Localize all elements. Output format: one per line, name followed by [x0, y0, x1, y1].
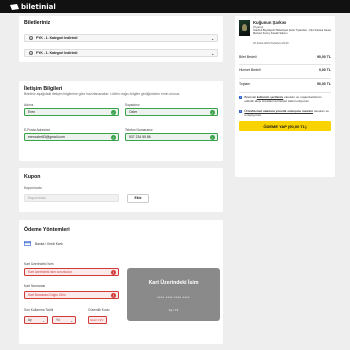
ticket-category-label: FYK - 1. Kategori Indirimli: [36, 36, 78, 40]
pay-button[interactable]: ÖDEME YAP (90,00 TL): [239, 121, 331, 131]
error-icon: !: [111, 293, 116, 299]
tickets-title: Biletleriniz: [24, 20, 51, 26]
chevron-down-icon: ⌄: [211, 52, 214, 56]
chevron-down-icon: ⌄: [70, 318, 73, 323]
service-fee-value: 0,00 TL: [318, 68, 331, 72]
payment-method-option[interactable]: Banka / Kredi Kartı: [24, 241, 63, 246]
card-number-error: Kart Numarası Doğru Girin: [28, 293, 66, 297]
phone-input[interactable]: 537 234 55 86 ✓: [125, 133, 218, 141]
chevron-down-icon: ⌄: [211, 37, 214, 41]
contract-text: Ürün/hizmet alanlara yönelik sözleşme me…: [244, 109, 329, 117]
ticket-category-select-1[interactable]: › FYK - 1. Kategori Indirimli ⌄: [24, 34, 218, 42]
card-holder-error: Kart üzerindeki isim zorunludur.: [28, 270, 73, 274]
contact-card: İletişim Bilgileri Biletiniz aşağıdaki i…: [19, 81, 223, 161]
cvv-label: Güvenlik Kodu: [88, 308, 110, 312]
cvv-input[interactable]: Ekstr CVV: [88, 316, 107, 324]
expiry-year-select[interactable]: Yıl ⌄: [52, 316, 76, 324]
service-fee-row: Hizmet Bedeli 0,00 TL: [239, 68, 331, 72]
error-icon: !: [111, 270, 116, 276]
ticket-icon: [10, 3, 19, 10]
ticket-price-row: Bilet Bedeli 90,00 TL: [239, 55, 331, 59]
card-number-label: Kart Numarası: [24, 284, 46, 288]
top-bar: biletinial: [0, 0, 350, 13]
first-name-label: Adınız: [24, 103, 34, 107]
event-venue: İstanbul Büyükşehir Belediyesi Şehir Tiy…: [253, 29, 331, 36]
last-name-label: Soyadınız: [125, 103, 140, 107]
expiry-month-value: Ay: [28, 318, 32, 322]
chevron-down-icon: ⌄: [42, 318, 45, 323]
phone-label: Telefon Numaranız: [125, 128, 153, 132]
card-holder-input[interactable]: Kart üzerindeki isim zorunludur. !: [24, 268, 119, 276]
ticket-category-select-2[interactable]: › FYK - 1. Kategori Indirimli ⌄: [24, 49, 218, 57]
coupon-apply-button[interactable]: Ekle: [127, 193, 149, 203]
card-preview-expiry: Ay / Yıl: [168, 308, 179, 312]
coupon-card: Kupon Kupon kodu Kupon kodu Ekle: [19, 168, 223, 212]
coupon-title: Kupon: [24, 174, 41, 180]
coupon-code-label: Kupon kodu: [24, 186, 42, 190]
first-name-value: Eren: [28, 110, 36, 114]
terms-text: Biletinial kullanım şartlarını okudum ve…: [244, 95, 322, 103]
payment-method-label: Banka / Kredi Kartı: [35, 241, 63, 246]
card-preview-name: Kart Üzerindeki İsim: [148, 280, 199, 286]
card-preview: Kart Üzerindeki İsim **** **** **** ****…: [127, 268, 220, 321]
order-summary-card: Kuğunun Şarkısı (Tiyatro) İstanbul Büyük…: [235, 16, 335, 177]
divider: [239, 64, 331, 65]
contact-subtitle: Biletiniz aşağıdaki iletişim bilgilerine…: [24, 92, 181, 96]
check-icon: ✓: [210, 110, 215, 116]
expiry-month-select[interactable]: Ay ⌄: [24, 316, 48, 324]
card-preview-number: **** **** **** ****: [157, 296, 190, 300]
service-fee-label: Hizmet Bedeli: [239, 68, 261, 72]
total-value: 90,00 TL: [316, 82, 331, 86]
coupon-placeholder: Kupon kodu: [28, 196, 46, 200]
total-label: Toplam: [239, 82, 251, 86]
email-input[interactable]: erenozler83@gmail.com ✓: [24, 133, 119, 141]
divider: [239, 78, 331, 79]
ticket-category-label: FYK - 1. Kategori Indirimli: [36, 51, 78, 55]
card-holder-label: Kart Üzerindeki İsim: [24, 262, 54, 266]
event-date: 26 Şubat 2024 Pazartesi 20:00: [253, 42, 289, 45]
coupon-code-input[interactable]: Kupon kodu: [24, 194, 119, 202]
expiry-label: Son Kullanma Tarihi: [24, 308, 54, 312]
brand-name: biletinial: [21, 2, 56, 11]
payment-card: Ödeme Yöntemleri Banka / Kredi Kartı Kar…: [19, 220, 223, 344]
phone-value: 537 234 55 86: [129, 135, 151, 139]
terms-checkbox[interactable]: ✓: [239, 96, 243, 100]
ticket-icon: ›: [29, 36, 33, 40]
credit-card-icon: [24, 241, 31, 246]
cvv-placeholder: Ekstr CVV: [90, 318, 104, 322]
total-row: Toplam 90,00 TL: [239, 82, 331, 86]
contract-consent: ✓ Ürün/hizmet alanlara yönelik sözleşme …: [239, 109, 331, 118]
email-label: E-Posta Adresiniz: [24, 128, 51, 132]
ticket-price-label: Bilet Bedeli: [239, 55, 257, 59]
tickets-card: Biletleriniz › FYK - 1. Kategori Indirim…: [19, 16, 223, 62]
last-name-value: Ozler: [129, 110, 138, 114]
event-poster: [239, 20, 250, 36]
payment-title: Ödeme Yöntemleri: [24, 227, 70, 233]
check-icon: ✓: [210, 135, 215, 141]
terms-consent: ✓ Biletinial kullanım şartlarını okudum …: [239, 95, 331, 104]
check-icon: ✓: [111, 110, 116, 116]
expiry-year-value: Yıl: [56, 318, 60, 322]
check-icon: ✓: [111, 135, 116, 141]
brand-logo[interactable]: biletinial: [10, 3, 56, 11]
divider: [239, 92, 331, 93]
card-number-input[interactable]: Kart Numarası Doğru Girin !: [24, 291, 119, 299]
email-value: erenozler83@gmail.com: [28, 135, 65, 139]
ticket-icon: ›: [29, 51, 33, 55]
last-name-input[interactable]: Ozler ✓: [125, 108, 218, 116]
first-name-input[interactable]: Eren ✓: [24, 108, 119, 116]
ticket-price-value: 90,00 TL: [316, 55, 331, 59]
contract-checkbox[interactable]: ✓: [239, 110, 243, 114]
